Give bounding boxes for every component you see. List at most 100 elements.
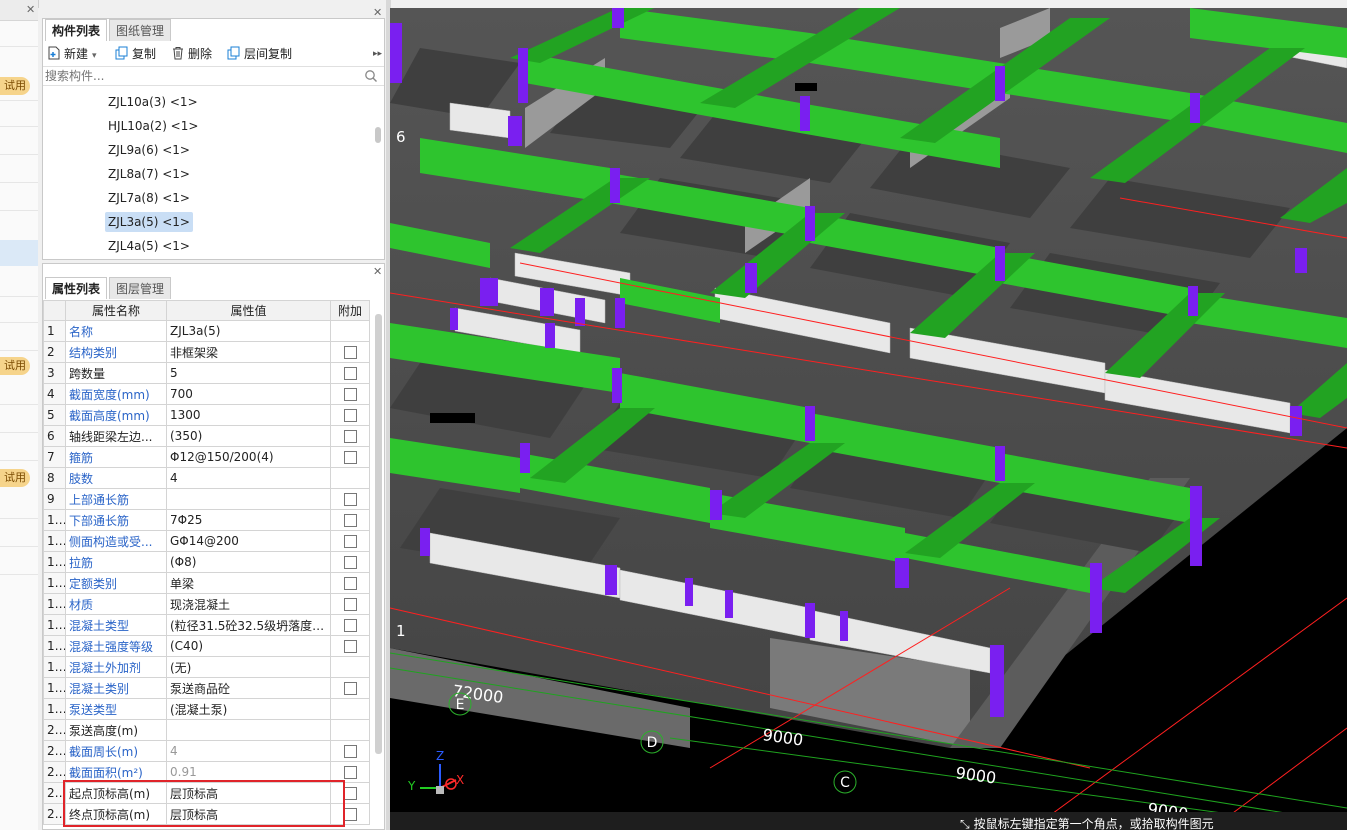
property-value[interactable] [166, 488, 331, 510]
component-list-item[interactable]: ZJL4a(5) <1> [105, 236, 193, 256]
close-icon[interactable]: ✕ [373, 265, 382, 278]
tab-layer-management[interactable]: 图层管理 [109, 277, 171, 299]
property-value[interactable]: 7Φ25 [166, 509, 331, 531]
new-button[interactable]: 新建 ▾ [47, 45, 97, 63]
chevron-down-icon[interactable]: ▾ [92, 51, 97, 61]
extra-checkbox[interactable] [343, 514, 357, 527]
extra-checkbox[interactable] [343, 787, 357, 800]
property-value[interactable]: (350) [166, 425, 331, 447]
property-value[interactable]: 4 [166, 467, 331, 489]
header-extra: 附加 [330, 300, 370, 321]
property-value[interactable]: 现浇混凝土 [166, 593, 331, 615]
property-row[interactable]: 4 截面宽度(mm) 700 [43, 383, 370, 405]
model-canvas[interactable]: 72000 9000 9000 9000 E D C A 1 6 Z Y [390, 8, 1347, 830]
property-value[interactable]: 泵送商品砼 [166, 677, 331, 699]
trial-badge[interactable]: 试用 [0, 469, 30, 487]
property-value[interactable] [166, 719, 331, 741]
tab-component-list[interactable]: 构件列表 [45, 19, 107, 41]
left-strip-selected-row[interactable] [0, 240, 38, 266]
property-value[interactable]: 非框架梁 [166, 341, 331, 363]
property-extra [330, 551, 370, 573]
extra-checkbox[interactable] [343, 556, 357, 569]
property-value[interactable]: 4 [166, 740, 331, 762]
floor-copy-button[interactable]: 层间复制 [227, 45, 292, 63]
property-value[interactable]: (无) [166, 656, 331, 678]
property-row[interactable]: 3 跨数量 5 [43, 362, 370, 384]
extra-checkbox[interactable] [343, 430, 357, 443]
property-row[interactable]: 10 下部通长筋 7Φ25 [43, 509, 370, 531]
trash-icon [173, 47, 183, 60]
extra-checkbox[interactable] [343, 619, 357, 632]
trial-badge[interactable]: 试用 [0, 357, 30, 375]
property-value[interactable]: (混凝土泵) [166, 698, 331, 720]
property-row[interactable]: 16 混凝土强度等级 (C40) [43, 635, 370, 657]
property-row[interactable]: 11 侧面构造或受... GΦ14@200 [43, 530, 370, 552]
copy-button[interactable]: 复制 [115, 45, 156, 63]
extra-checkbox[interactable] [343, 745, 357, 758]
property-row[interactable]: 2 结构类别 非框架梁 [43, 341, 370, 363]
extra-checkbox[interactable] [343, 346, 357, 359]
property-row[interactable]: 9 上部通长筋 [43, 488, 370, 510]
property-row[interactable]: 12 拉筋 (Φ8) [43, 551, 370, 573]
property-row[interactable]: 13 定额类别 单梁 [43, 572, 370, 594]
close-icon[interactable]: ✕ [26, 3, 35, 16]
tab-property-list[interactable]: 属性列表 [45, 277, 107, 299]
component-list-item[interactable]: ZJL7a(8) <1> [105, 188, 193, 208]
extra-checkbox[interactable] [343, 409, 357, 422]
property-name: 混凝土强度等级 [65, 635, 167, 657]
axis-gizmo[interactable]: Z Y X [407, 749, 464, 794]
property-value[interactable]: (Φ8) [166, 551, 331, 573]
property-row[interactable]: 5 截面高度(mm) 1300 [43, 404, 370, 426]
property-row[interactable]: 8 肢数 4 [43, 467, 370, 489]
property-row[interactable]: 17 混凝土外加剂 (无) [43, 656, 370, 678]
search-input[interactable] [45, 68, 355, 83]
property-value[interactable]: Φ12@150/200(4) [166, 446, 331, 468]
property-row[interactable]: 21 截面周长(m) 4 [43, 740, 370, 762]
property-value[interactable]: (粒径31.5砼32.5级坍落度3... [166, 614, 331, 636]
component-list-item[interactable]: ZJL3a(5) <1> [105, 212, 193, 232]
delete-button[interactable]: 删除 [171, 45, 212, 63]
component-list-item[interactable]: HJL10a(2) <1> [105, 116, 201, 136]
property-value[interactable]: 1300 [166, 404, 331, 426]
component-list-panel: ✕ 构件列表 图纸管理 新建▾ 复制 删除 层间复制 ▸▸ ZJL10a(3) … [42, 6, 385, 260]
component-list-item[interactable]: ZJL9a(6) <1> [105, 140, 193, 160]
extra-checkbox[interactable] [343, 598, 357, 611]
3d-viewport[interactable]: 72000 9000 9000 9000 E D C A 1 6 Z Y [390, 8, 1347, 830]
extra-checkbox[interactable] [343, 451, 357, 464]
property-scrollbar[interactable] [375, 314, 382, 754]
component-scrollbar[interactable] [375, 127, 381, 143]
property-row[interactable]: 15 混凝土类型 (粒径31.5砼32.5级坍落度3... [43, 614, 370, 636]
property-value[interactable]: 5 [166, 362, 331, 384]
property-row[interactable]: 20 泵送高度(m) [43, 719, 370, 741]
property-value[interactable]: GΦ14@200 [166, 530, 331, 552]
property-name: 混凝土类别 [65, 677, 167, 699]
property-row[interactable]: 18 混凝土类别 泵送商品砼 [43, 677, 370, 699]
extra-checkbox[interactable] [343, 577, 357, 590]
extra-checkbox[interactable] [343, 766, 357, 779]
property-value[interactable]: (C40) [166, 635, 331, 657]
extra-checkbox[interactable] [343, 640, 357, 653]
axis-label: E [456, 697, 465, 713]
property-row[interactable]: 19 泵送类型 (混凝土泵) [43, 698, 370, 720]
property-value[interactable]: ZJL3a(5) [166, 320, 331, 342]
property-name: 材质 [65, 593, 167, 615]
tab-drawing-management[interactable]: 图纸管理 [109, 19, 171, 41]
extra-checkbox[interactable] [343, 535, 357, 548]
extra-checkbox[interactable] [343, 388, 357, 401]
search-icon[interactable] [364, 69, 378, 83]
extra-checkbox[interactable] [343, 808, 357, 821]
property-value[interactable]: 单梁 [166, 572, 331, 594]
extra-checkbox[interactable] [343, 367, 357, 380]
property-row[interactable]: 6 轴线距梁左边... (350) [43, 425, 370, 447]
property-row[interactable]: 7 箍筋 Φ12@150/200(4) [43, 446, 370, 468]
component-list-item[interactable]: ZJL8a(7) <1> [105, 164, 193, 184]
extra-checkbox[interactable] [343, 682, 357, 695]
more-arrow-icon[interactable]: ▸▸ [373, 45, 382, 63]
extra-checkbox[interactable] [343, 493, 357, 506]
property-row[interactable]: 1 名称 ZJL3a(5) [43, 320, 370, 342]
property-row[interactable]: 14 材质 现浇混凝土 [43, 593, 370, 615]
trial-badge[interactable]: 试用 [0, 77, 30, 95]
close-icon[interactable]: ✕ [373, 6, 382, 19]
component-list-item[interactable]: ZJL10a(3) <1> [105, 92, 201, 112]
property-value[interactable]: 700 [166, 383, 331, 405]
